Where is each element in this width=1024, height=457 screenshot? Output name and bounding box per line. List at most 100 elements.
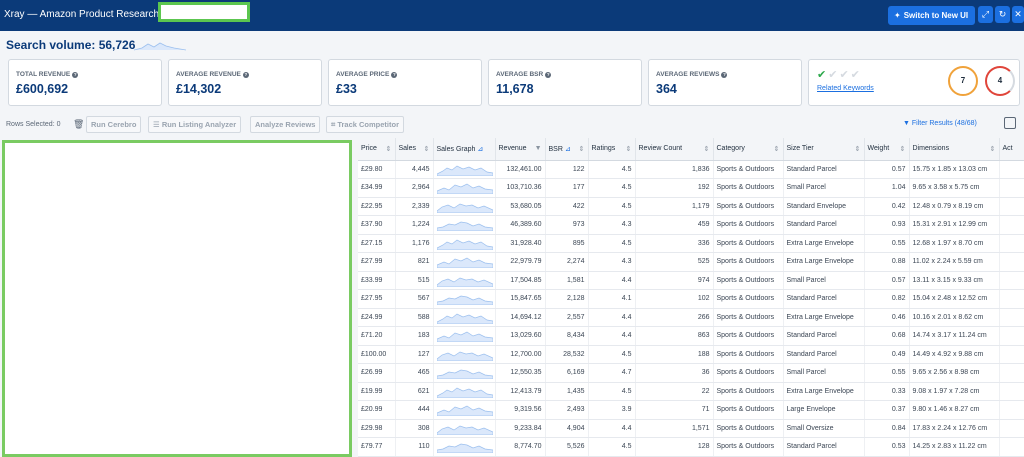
table-cell: 1.04: [864, 178, 910, 198]
table-cell: 192: [635, 178, 714, 198]
sparkle-icon: ✦: [894, 11, 901, 20]
help-icon[interactable]: ?: [72, 72, 79, 78]
column-header[interactable]: Size Tier ⇕: [783, 138, 865, 161]
table-row[interactable]: £29.80 4,445 132,461.00 122 4.5 1,836 Sports &…: [358, 160, 1024, 179]
run-listing-analyzer-button[interactable]: ☰ Run Listing Analyzer: [148, 116, 242, 133]
table-cell: 128: [635, 437, 714, 457]
table-row[interactable]: £24.99 588 14,694.12 2,557 4.4 266 Sports & Ou…: [358, 308, 1024, 327]
table-cell: Extra Large Envelope: [783, 382, 865, 401]
column-header[interactable]: BSR ⊿ ⇕: [545, 138, 589, 161]
table-cell: Sports & Outdoors: [713, 345, 784, 364]
sort-icon[interactable]: ▼: [535, 145, 542, 152]
expand-icon[interactable]: ⤢: [978, 6, 993, 23]
table-cell: 4.3: [588, 252, 636, 272]
table-row[interactable]: £34.99 2,964 103,710.36 177 4.5 192 Sports & O…: [358, 178, 1024, 198]
column-header[interactable]: Price ⇕: [358, 138, 396, 161]
search-volume: Search volume: 56,726: [6, 38, 136, 52]
sort-icon[interactable]: ⇕: [990, 145, 996, 153]
help-icon[interactable]: ?: [721, 72, 728, 78]
card-value: £600,692: [16, 82, 69, 96]
table-cell: 6,169: [545, 363, 589, 383]
table-cell: Sports & Outdoors: [713, 271, 784, 290]
table-cell: Sports & Outdoors: [713, 234, 784, 253]
table-row[interactable]: £19.99 621 12,413.79 1,435 4.5 22 Sports & Out…: [358, 382, 1024, 401]
table-cell: £29.80: [358, 160, 396, 179]
sort-icon[interactable]: ⇕: [424, 145, 430, 153]
table-row[interactable]: £71.20 183 13,029.60 8,434 4.4 863 Sports & Ou…: [358, 326, 1024, 346]
run-cerebro-button[interactable]: Run Cerebro: [86, 116, 142, 133]
table-cell: £22.95: [358, 197, 396, 216]
table-cell: 9.80 x 1.46 x 8.27 cm: [909, 400, 1000, 420]
sort-icon[interactable]: ⇕: [704, 145, 710, 153]
help-icon[interactable]: ?: [242, 72, 249, 78]
column-header[interactable]: Dimensions ⇕: [909, 138, 1000, 161]
top-bar: Xray — Amazon Product Research for ✦ Swit…: [0, 0, 1024, 31]
table-cell: Sports & Outdoors: [713, 326, 784, 346]
table-row[interactable]: £22.95 2,339 53,680.05 422 4.5 1,179 Sports & …: [358, 197, 1024, 216]
table-cell: 14,694.12: [495, 308, 546, 327]
table-row[interactable]: £20.99 444 9,319.56 2,493 3.9 71 Sports & Outd…: [358, 400, 1024, 420]
table-cell: 422: [545, 197, 589, 216]
help-icon[interactable]: ?: [545, 72, 552, 78]
column-header[interactable]: Sales Graph ⊿: [433, 138, 496, 161]
analyze-reviews-button[interactable]: Analyze Reviews: [250, 116, 321, 133]
column-header[interactable]: Weight ⇕: [864, 138, 910, 161]
refresh-icon[interactable]: ↻: [995, 6, 1010, 23]
sort-icon[interactable]: ⇕: [774, 145, 780, 153]
table-row[interactable]: £27.99 821 22,979.79 2,274 4.3 525 Sports & Ou…: [358, 252, 1024, 272]
sort-icon[interactable]: ⇕: [386, 145, 392, 153]
table-row[interactable]: £26.99 465 12,550.35 6,169 4.7 36 Sports & Out…: [358, 363, 1024, 383]
chart-icon[interactable]: ⊿: [475, 146, 483, 153]
sort-icon[interactable]: ⇕: [579, 145, 585, 153]
table-cell: 4.5: [588, 160, 636, 179]
column-header[interactable]: Revenue ▼: [495, 138, 546, 161]
column-header[interactable]: Act: [999, 138, 1024, 161]
sparkline-chart: [436, 405, 493, 417]
table-cell: 4.5: [588, 197, 636, 216]
table-cell: 15.04 x 2.48 x 12.52 cm: [909, 289, 1000, 309]
sort-icon[interactable]: ⇕: [900, 145, 906, 153]
action-cell: [999, 252, 1024, 272]
table-cell: 1,224: [395, 215, 434, 235]
table-row[interactable]: £27.95 567 15,847.65 2,128 4.1 102 Sports & Ou…: [358, 289, 1024, 309]
table-cell: Extra Large Envelope: [783, 234, 865, 253]
table-cell: 4.5: [588, 234, 636, 253]
table-cell: 9.65 x 3.58 x 5.75 cm: [909, 178, 1000, 198]
table-cell: 9.08 x 1.97 x 7.28 cm: [909, 382, 1000, 401]
close-icon[interactable]: ✕: [1012, 6, 1024, 23]
table-cell: Sports & Outdoors: [713, 437, 784, 457]
table-cell: 13.11 x 3.15 x 9.33 cm: [909, 271, 1000, 290]
table-cell: 13,029.60: [495, 326, 546, 346]
track-competitor-button[interactable]: ⌗ Track Competitor: [326, 116, 404, 133]
table-row[interactable]: £37.90 1,224 46,389.60 973 4.3 459 Sports & Ou…: [358, 215, 1024, 235]
related-keywords-link[interactable]: Related Keywords: [817, 85, 874, 92]
table-row[interactable]: £27.15 1,176 31,928.40 895 4.5 336 Sports & Ou…: [358, 234, 1024, 253]
column-header[interactable]: Category ⇕: [713, 138, 784, 161]
column-header[interactable]: Sales ⇕: [395, 138, 434, 161]
trash-icon[interactable]: 🗑: [73, 119, 84, 130]
sparkline-chart: [436, 425, 493, 435]
redacted-keyword: [158, 2, 250, 22]
column-header[interactable]: Ratings ⇕: [588, 138, 636, 161]
filter-results-button[interactable]: ▼ Filter Results (48/68): [903, 120, 977, 127]
table-cell: £79.77: [358, 437, 396, 457]
column-header[interactable]: Review Count ⇕: [635, 138, 714, 161]
help-icon[interactable]: ?: [391, 72, 398, 78]
table-row[interactable]: £29.98 308 9,233.84 4,904 4.4 1,571 Sports & O…: [358, 419, 1024, 438]
sales-sparkline: [433, 178, 496, 198]
switch-to-new-ui-button[interactable]: ✦ Switch to New UI: [888, 6, 975, 25]
table-row[interactable]: £33.99 515 17,504.85 1,581 4.4 974 Sports & Ou…: [358, 271, 1024, 290]
sales-sparkline: [433, 326, 496, 346]
column-settings-icon[interactable]: [1004, 117, 1016, 129]
sort-icon[interactable]: ⇕: [855, 145, 861, 153]
chart-icon[interactable]: ⊿: [563, 146, 571, 153]
table-cell: Standard Parcel: [783, 437, 865, 457]
table-cell: 14.25 x 2.83 x 11.22 cm: [909, 437, 1000, 457]
average-revenue-card: AVERAGE REVENUE? £14,302: [168, 59, 322, 106]
table-cell: Sports & Outdoors: [713, 215, 784, 235]
sort-icon[interactable]: ⇕: [626, 145, 632, 153]
table-cell: 973: [545, 215, 589, 235]
table-row[interactable]: £79.77 110 8,774.70 5,526 4.5 128 Sports & Out…: [358, 437, 1024, 457]
check-icon: ✔: [839, 69, 849, 81]
table-row[interactable]: £100.00 127 12,700.00 28,532 4.5 188 Sports & …: [358, 345, 1024, 364]
